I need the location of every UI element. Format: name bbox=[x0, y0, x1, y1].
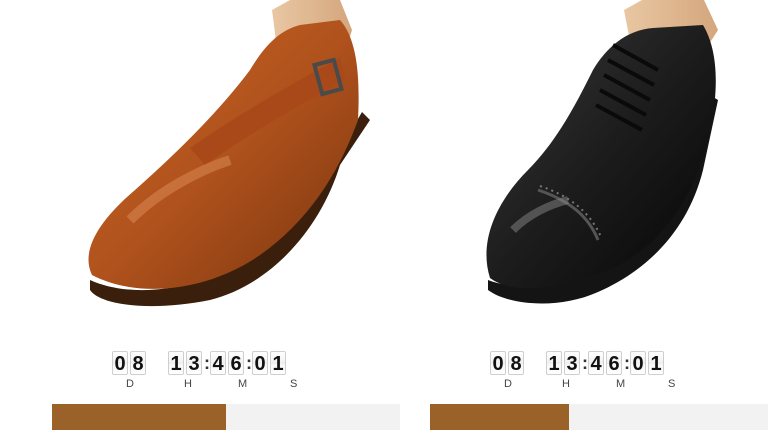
seconds-digit: 0 bbox=[252, 351, 268, 375]
hours-digit: 1 bbox=[168, 351, 184, 375]
minutes-digit: 4 bbox=[588, 351, 604, 375]
minutes-digit: 6 bbox=[228, 351, 244, 375]
product-card-black: 0 8 1 3 : 4 6 : 0 1 D H M S bbox=[418, 0, 768, 432]
days-digit: 0 bbox=[490, 351, 506, 375]
black-oxford-shoe-image[interactable] bbox=[418, 0, 768, 330]
hours-digit: 1 bbox=[546, 351, 562, 375]
seconds-label: S bbox=[668, 378, 676, 390]
minutes-label: M bbox=[616, 378, 626, 390]
seconds-label: S bbox=[290, 378, 298, 390]
progress-bar bbox=[430, 404, 768, 430]
product-card-brown: 0 8 1 3 : 4 6 : 0 1 D H M S bbox=[40, 0, 400, 432]
progress-bar-fill bbox=[52, 404, 226, 430]
days-digit: 8 bbox=[130, 351, 146, 375]
minutes-label: M bbox=[238, 378, 248, 390]
minutes-digit: 4 bbox=[210, 351, 226, 375]
hours-digit: 3 bbox=[564, 351, 580, 375]
days-label: D bbox=[504, 378, 512, 390]
hours-label: H bbox=[562, 378, 570, 390]
days-label: D bbox=[126, 378, 134, 390]
seconds-digit: 1 bbox=[270, 351, 286, 375]
countdown-timer: 0 8 1 3 : 4 6 : 0 1 D H M S bbox=[490, 350, 730, 390]
countdown-timer: 0 8 1 3 : 4 6 : 0 1 D H M S bbox=[112, 350, 352, 390]
brown-monk-strap-shoe-image[interactable] bbox=[40, 0, 400, 330]
seconds-digit: 1 bbox=[648, 351, 664, 375]
days-digit: 8 bbox=[508, 351, 524, 375]
hours-label: H bbox=[184, 378, 192, 390]
progress-bar-fill bbox=[430, 404, 570, 430]
progress-bar bbox=[52, 404, 400, 430]
days-digit: 0 bbox=[112, 351, 128, 375]
minutes-digit: 6 bbox=[606, 351, 622, 375]
hours-digit: 3 bbox=[186, 351, 202, 375]
seconds-digit: 0 bbox=[630, 351, 646, 375]
